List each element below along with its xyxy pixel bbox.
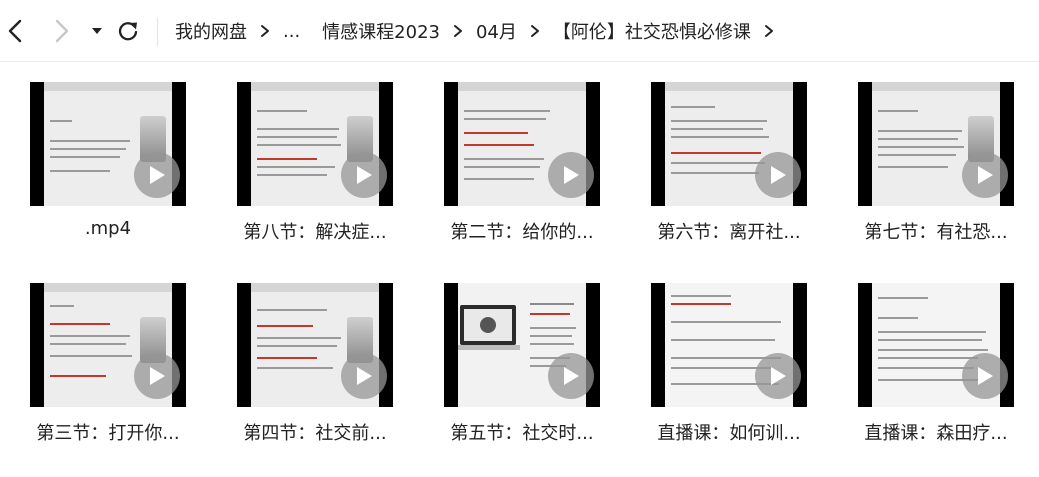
video-thumbnail: [444, 82, 600, 206]
chevron-right-icon: [55, 19, 69, 43]
breadcrumb-separator-icon: [247, 23, 283, 39]
file-name: 直播课：如何训...: [657, 423, 801, 444]
play-icon: [134, 152, 180, 198]
breadcrumb-item-emotion-course[interactable]: 情感课程2023: [322, 18, 440, 44]
caret-down-icon: [92, 28, 102, 34]
refresh-icon: [118, 22, 138, 41]
toolbar: 我的网盘 ... 情感课程2023 04月 【阿伦】社交恐惧必修课: [0, 0, 1039, 62]
video-thumbnail: [651, 283, 807, 407]
chevron-left-icon: [8, 19, 22, 43]
file-name: 第八节：解决症...: [243, 222, 387, 243]
video-thumbnail: [858, 283, 1014, 407]
play-icon: [962, 152, 1008, 198]
file-name: 第三节：打开你...: [36, 423, 180, 444]
play-icon: [962, 353, 1008, 399]
history-dropdown-button[interactable]: [82, 15, 112, 47]
file-tile[interactable]: 第八节：解决症...: [207, 62, 414, 252]
forward-button[interactable]: [47, 15, 77, 47]
file-name: .mp4: [84, 218, 132, 239]
play-icon: [548, 353, 594, 399]
play-icon: [134, 353, 180, 399]
play-icon: [755, 152, 801, 198]
back-button[interactable]: [0, 15, 30, 47]
breadcrumb-separator-icon: [440, 23, 476, 39]
video-thumbnail: [651, 82, 807, 206]
video-thumbnail: [444, 283, 600, 407]
toolbar-divider: [157, 18, 158, 46]
video-thumbnail: [237, 82, 393, 206]
file-tile[interactable]: 第六节：离开社...: [621, 62, 828, 252]
file-name: 第四节：社交前...: [243, 423, 387, 444]
file-name: 第六节：离开社...: [657, 222, 801, 243]
file-name: 第五节：社交时...: [450, 423, 594, 444]
file-tile[interactable]: 第三节：打开你...: [0, 263, 207, 453]
breadcrumb-item-current-folder[interactable]: 【阿伦】社交恐惧必修课: [553, 18, 751, 44]
file-name: 第七节：有社恐...: [864, 222, 1008, 243]
breadcrumb-item-ellipsis[interactable]: ...: [283, 21, 300, 42]
file-tile[interactable]: 第五节：社交时...: [414, 263, 621, 453]
video-thumbnail: [30, 82, 186, 206]
refresh-button[interactable]: [113, 15, 143, 47]
file-tile[interactable]: 第四节：社交前...: [207, 263, 414, 453]
breadcrumb-item-my-drive[interactable]: 我的网盘: [175, 18, 247, 44]
file-name: 第二节：给你的...: [450, 222, 594, 243]
breadcrumb-separator-icon: [517, 23, 553, 39]
breadcrumb: 我的网盘 ... 情感课程2023 04月 【阿伦】社交恐惧必修课: [175, 18, 787, 44]
breadcrumb-item-april[interactable]: 04月: [476, 18, 517, 44]
breadcrumb-separator-icon: [751, 23, 787, 39]
play-icon: [341, 353, 387, 399]
file-tile[interactable]: 直播课：如何训...: [621, 263, 828, 453]
play-icon: [755, 353, 801, 399]
file-tile[interactable]: .mp4: [0, 62, 207, 252]
file-tile[interactable]: 第七节：有社恐...: [828, 62, 1035, 252]
video-thumbnail: [858, 82, 1014, 206]
play-icon: [341, 152, 387, 198]
file-name: 直播课：森田疗...: [864, 423, 1008, 444]
video-thumbnail: [30, 283, 186, 407]
play-icon: [548, 152, 594, 198]
video-thumbnail: [237, 283, 393, 407]
file-tile[interactable]: 直播课：森田疗...: [828, 263, 1035, 453]
file-tile[interactable]: 第二节：给你的...: [414, 62, 621, 252]
